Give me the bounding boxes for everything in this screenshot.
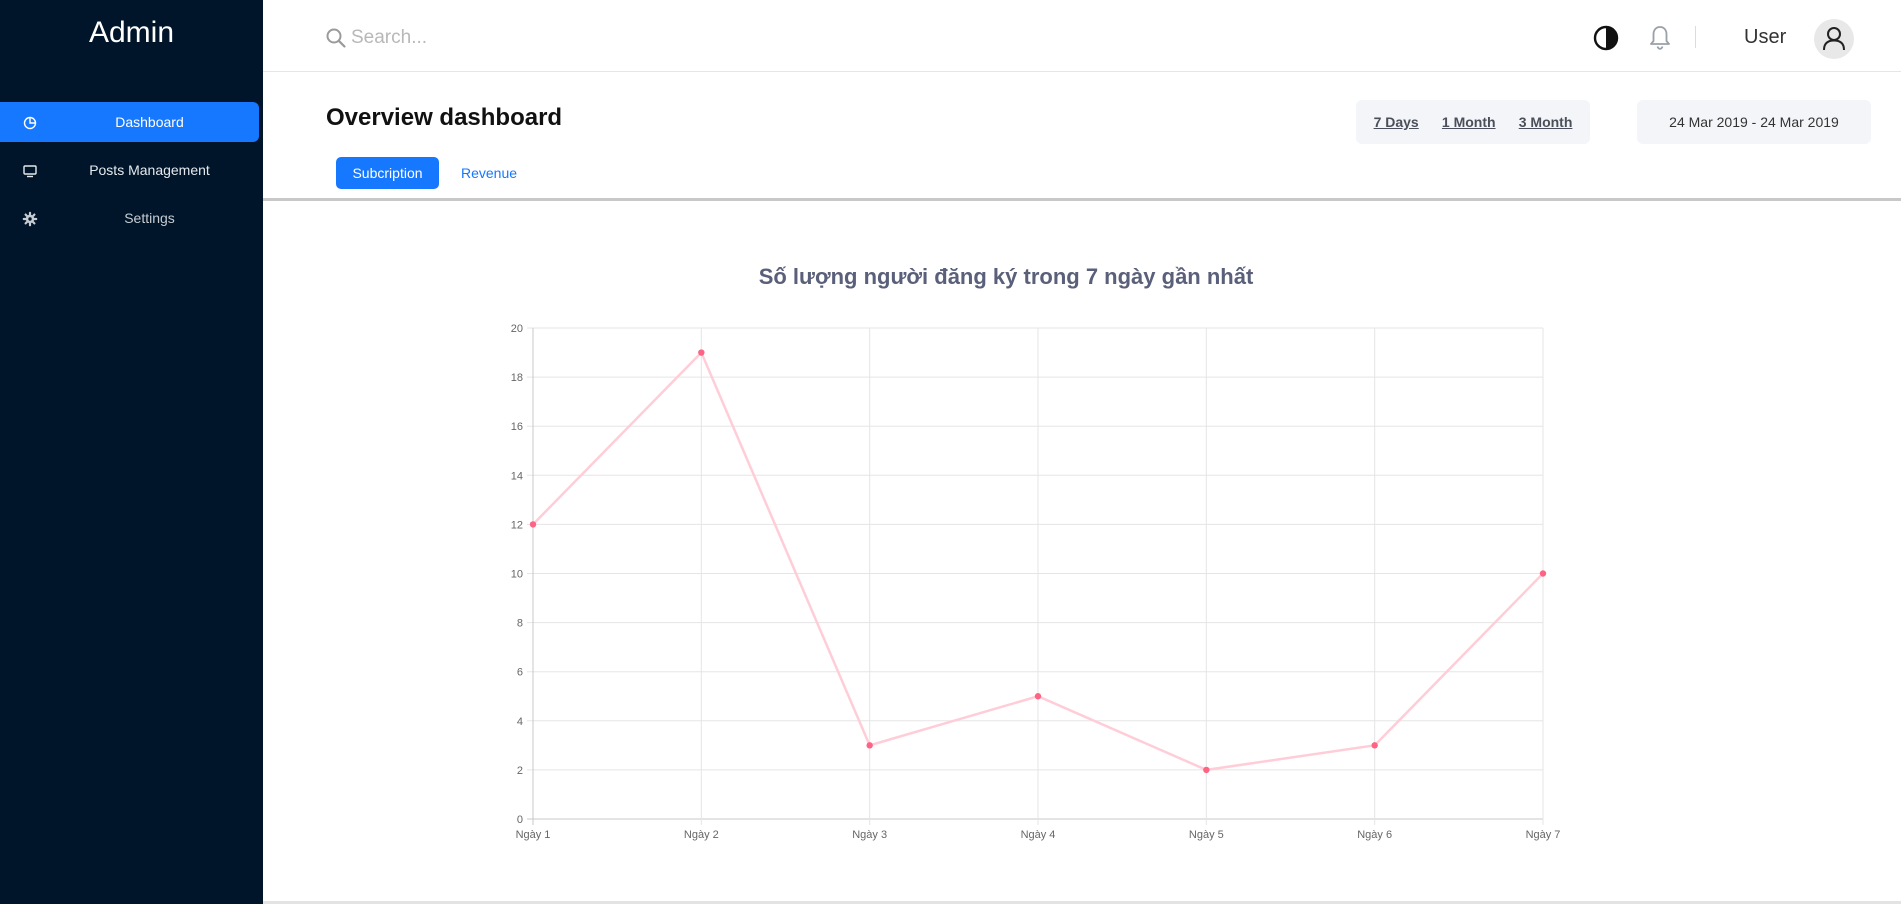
x-tick-label: Ngày 7: [1526, 829, 1561, 841]
chart-grid: [527, 327, 1544, 825]
y-tick-label: 12: [511, 519, 523, 531]
chart-panel: Số lượng người đăng ký trong 7 ngày gần …: [263, 201, 1901, 904]
bell-icon[interactable]: [1648, 24, 1672, 51]
tab-subcription[interactable]: Subcription: [336, 157, 439, 189]
sidebar: Admin Dashboard Posts Management Setting…: [0, 0, 263, 904]
header-divider: [1695, 26, 1696, 48]
top-header: User: [263, 0, 1901, 72]
avatar[interactable]: [1814, 19, 1854, 59]
search-icon[interactable]: [325, 27, 347, 49]
y-tick-label: 10: [511, 569, 523, 581]
y-tick-label: 20: [511, 323, 523, 335]
range-selector: 7 Days 1 Month 3 Month: [1356, 100, 1590, 144]
x-tick-label: Ngày 4: [1021, 829, 1056, 841]
sidebar-item-posts-management[interactable]: Posts Management: [0, 150, 259, 190]
search-input[interactable]: [351, 22, 651, 54]
sidebar-item-dashboard[interactable]: Dashboard: [0, 102, 259, 142]
data-point: [698, 349, 705, 356]
y-tick-label: 8: [517, 618, 523, 630]
data-point: [1034, 693, 1042, 700]
x-axis-ticks: Ngày 1 Ngày 2 Ngày 3 Ngày 4 Ngày 5 Ngày 6 Ngày…: [516, 829, 1561, 841]
y-tick-label: 16: [511, 421, 523, 433]
sidebar-item-settings[interactable]: Settings: [0, 198, 259, 238]
brand-title: Admin: [88, 16, 175, 49]
user-avatar-icon: [1823, 27, 1845, 51]
x-tick-label: Ngày 1: [516, 829, 551, 841]
line-chart: Số lượng người đăng ký trong 7 ngày gần …: [511, 264, 1561, 841]
data-point: [1539, 570, 1547, 577]
x-tick-label: Ngày 5: [1189, 829, 1224, 841]
sidebar-item-label: Settings: [124, 210, 175, 226]
app-root: Admin Dashboard Posts Management Setting…: [0, 0, 1901, 904]
chart-title: Số lượng người đăng ký trong 7 ngày gần …: [759, 264, 1254, 289]
sidebar-item-label: Dashboard: [115, 114, 184, 130]
data-point: [529, 521, 537, 528]
y-tick-label: 14: [511, 470, 523, 482]
tab-revenue[interactable]: Revenue: [453, 157, 525, 189]
pie-chart-icon: [23, 116, 37, 130]
dashboard-toolbar: Overview dashboard 7 Days 1 Month 3 Mont…: [263, 72, 1901, 201]
monitor-icon: [23, 165, 37, 178]
y-tick-label: 18: [511, 372, 523, 384]
y-axis-ticks: 0 2 4 6 8 10 12 14 16 18 20: [511, 323, 523, 826]
data-point: [866, 742, 873, 749]
y-tick-label: 6: [517, 667, 523, 679]
range-7-days[interactable]: 7 Days: [1374, 114, 1419, 130]
x-tick-label: Ngày 2: [684, 829, 719, 841]
y-tick-label: 2: [517, 765, 523, 777]
range-1-month[interactable]: 1 Month: [1442, 114, 1496, 130]
data-point: [1203, 766, 1210, 774]
x-tick-label: Ngày 6: [1357, 829, 1392, 841]
gear-icon: [22, 211, 38, 227]
y-tick-label: 4: [517, 716, 523, 728]
page-title: Overview dashboard: [326, 104, 563, 131]
y-tick-label: 0: [517, 814, 523, 826]
data-point: [1371, 742, 1378, 749]
sidebar-item-label: Posts Management: [89, 162, 210, 178]
user-name[interactable]: User: [1744, 26, 1786, 49]
range-3-month[interactable]: 3 Month: [1519, 114, 1573, 130]
x-tick-label: Ngày 3: [852, 829, 887, 841]
contrast-icon[interactable]: [1593, 25, 1619, 51]
date-range-picker[interactable]: 24 Mar 2019 - 24 Mar 2019: [1637, 100, 1871, 144]
sidebar-menu: Dashboard Posts Management Settings: [0, 102, 263, 246]
